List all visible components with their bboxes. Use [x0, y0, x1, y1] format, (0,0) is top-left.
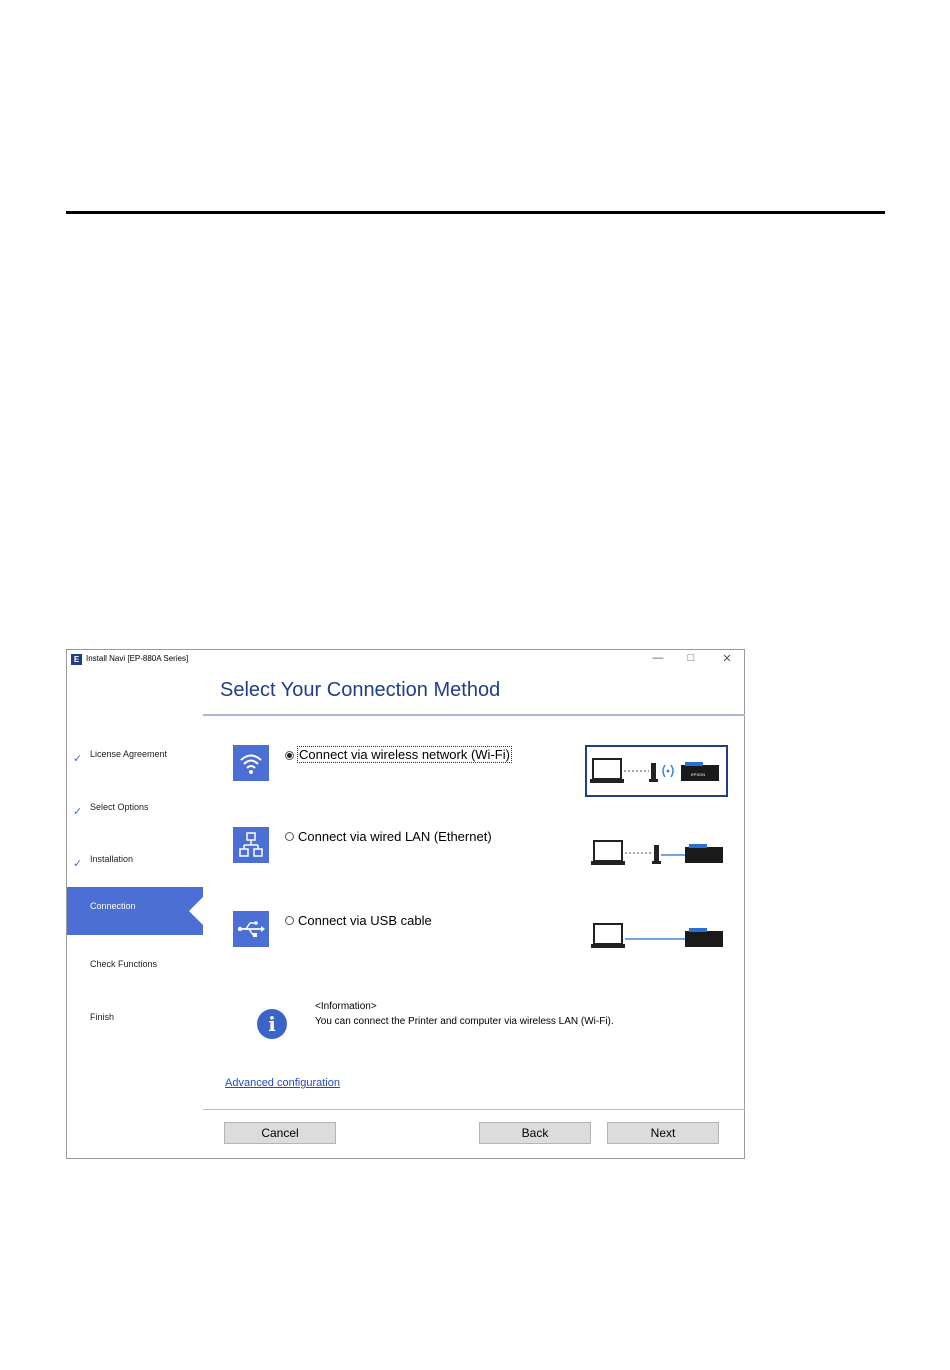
- ethernet-connection-diagram: [585, 827, 728, 879]
- step-check-functions: Check Functions: [67, 952, 203, 1000]
- info-text: You can connect the Printer and computer…: [315, 1016, 614, 1027]
- app-icon: E: [71, 654, 82, 665]
- ethernet-radio[interactable]: [285, 832, 294, 841]
- step-label: Connection: [90, 901, 136, 911]
- back-button[interactable]: Back: [479, 1122, 591, 1144]
- maximize-button[interactable]: □: [683, 652, 699, 664]
- next-button[interactable]: Next: [607, 1122, 719, 1144]
- window-title: Install Navi [EP-880A Series]: [86, 654, 189, 663]
- step-label: License Agreement: [90, 749, 168, 759]
- footer-divider: [203, 1109, 745, 1110]
- installer-window: E Install Navi [EP-880A Series] — □ ✕ ✓ …: [66, 649, 745, 1159]
- usb-icon: [233, 911, 269, 947]
- check-icon: ✓: [73, 858, 83, 870]
- minimize-button[interactable]: —: [650, 652, 666, 664]
- wifi-icon: [233, 745, 269, 781]
- step-select-options: ✓ Select Options: [67, 795, 203, 843]
- page-divider: [66, 211, 885, 214]
- step-label: Installation: [90, 854, 134, 864]
- page-title: Select Your Connection Method: [220, 679, 501, 701]
- wifi-radio[interactable]: [285, 751, 294, 760]
- title-bar: E Install Navi [EP-880A Series] — □ ✕: [67, 650, 744, 670]
- usb-radio[interactable]: [285, 916, 294, 925]
- step-label: Check Functions: [90, 959, 158, 969]
- step-finish: Finish: [67, 1005, 203, 1053]
- cancel-button[interactable]: Cancel: [224, 1122, 336, 1144]
- close-button[interactable]: ✕: [719, 652, 735, 665]
- heading-divider: [203, 714, 745, 716]
- step-sidebar: ✓ License Agreement ✓ Select Options ✓ I…: [67, 671, 203, 1158]
- network-icon: [233, 827, 269, 863]
- wifi-option-label[interactable]: Connect via wireless network (Wi-Fi): [297, 746, 512, 763]
- step-license-agreement: ✓ License Agreement: [67, 742, 203, 790]
- printer-brand-label: EPSON: [691, 772, 705, 777]
- step-label: Finish: [90, 1012, 115, 1022]
- step-connection: Connection: [67, 887, 203, 935]
- info-icon: i: [257, 1009, 287, 1039]
- wifi-connection-diagram: EPSON: [585, 745, 728, 797]
- check-icon: ✓: [73, 753, 83, 765]
- ethernet-option-label[interactable]: Connect via wired LAN (Ethernet): [298, 829, 492, 844]
- usb-option-label[interactable]: Connect via USB cable: [298, 913, 432, 928]
- check-icon: ✓: [73, 806, 83, 818]
- advanced-configuration-link[interactable]: Advanced configuration: [225, 1077, 340, 1089]
- usb-connection-diagram: [585, 912, 728, 964]
- step-label: Select Options: [90, 802, 149, 812]
- info-title: <Information>: [315, 1001, 377, 1012]
